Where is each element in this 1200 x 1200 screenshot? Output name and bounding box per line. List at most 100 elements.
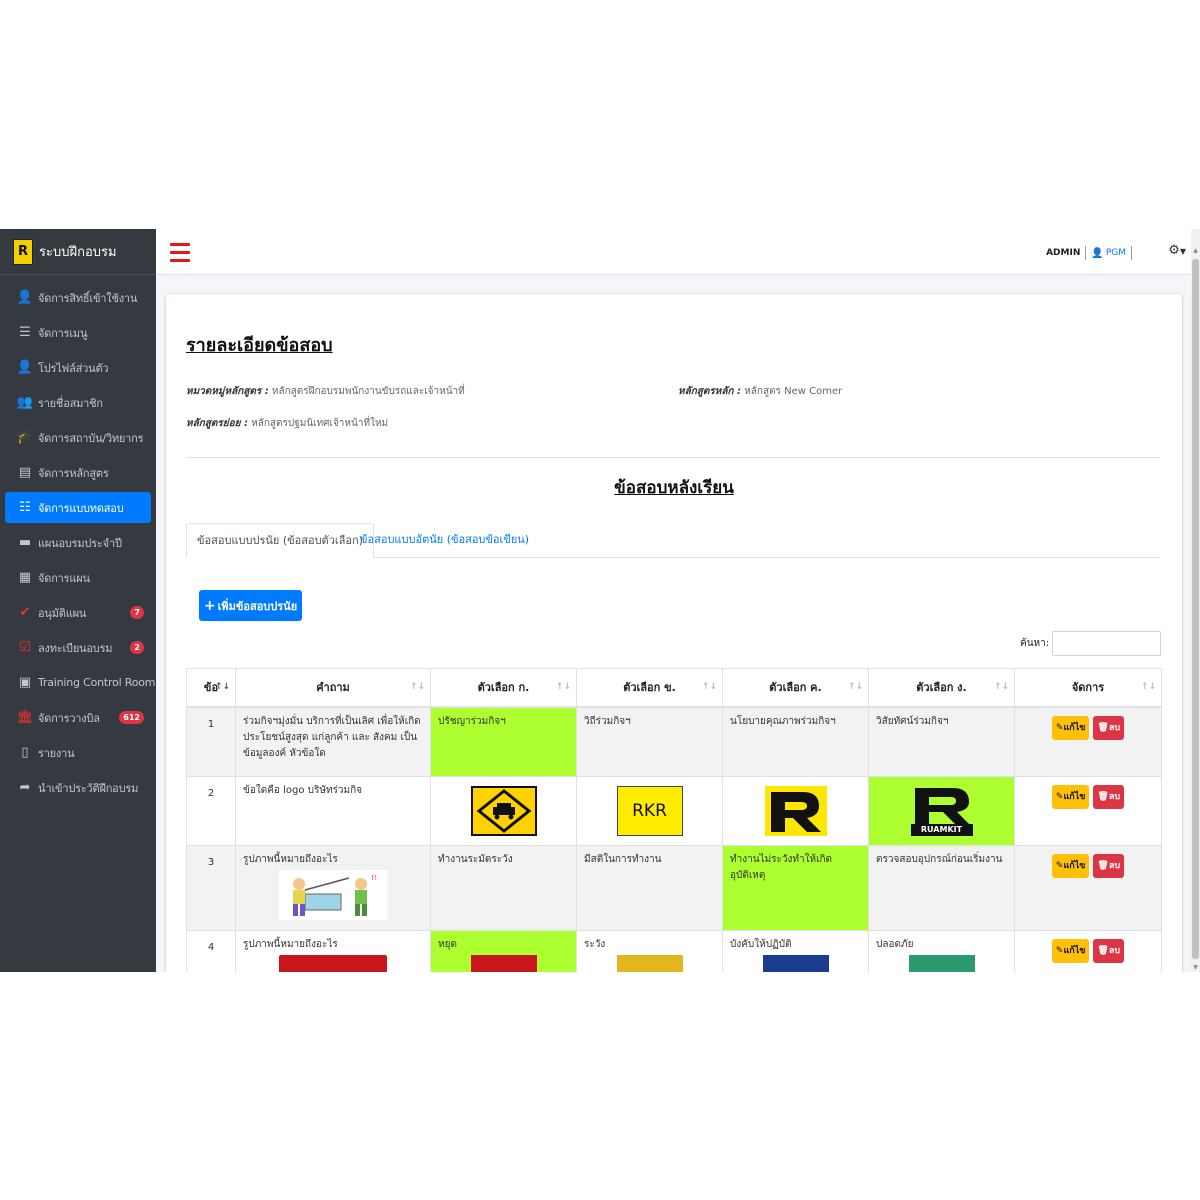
app-window: R ระบบฝึกอบรม 👤 จัดการสิทธิ์เข้าใช้งาน ☰ จั… bbox=[0, 229, 1200, 972]
questions-table: ข้อ ↑↓ คำถาม ↑↓ ตัวเลือก ก. ↑↓ ตัวเลือก ข. ↑… bbox=[186, 668, 1162, 972]
sidebar-item-label: รายงาน bbox=[38, 746, 75, 760]
settings-dropdown[interactable]: ⚙▼ bbox=[1168, 243, 1186, 258]
list-ol-icon: ☷ bbox=[19, 500, 31, 515]
edit-button[interactable]: ✎แก้ไข bbox=[1051, 939, 1090, 963]
add-question-label: เพิ่มข้อสอบปรนัย bbox=[217, 599, 298, 613]
sidebar-item-8[interactable]: ▬ แผนอบรมประจำปี bbox=[0, 527, 156, 558]
top-navbar: ADMIN 👤 PGM ⚙▼ bbox=[156, 229, 1191, 275]
sidebar-item-3[interactable]: 👤 โปรไฟล์ส่วนตัว bbox=[0, 352, 156, 383]
brand-logo: R bbox=[13, 238, 33, 265]
sidebar-item-2[interactable]: ☰ จัดการเมนู bbox=[0, 317, 156, 348]
svg-text:!!: !! bbox=[371, 874, 377, 882]
admin-label: ADMIN bbox=[1046, 248, 1081, 258]
cell-choice-a: ปรัชญาร่วมกิจฯ bbox=[430, 706, 577, 777]
delete-button[interactable]: 🗑ลบ bbox=[1093, 854, 1125, 878]
sidebar-item-1[interactable]: 👤 จัดการสิทธิ์เข้าใช้งาน bbox=[0, 282, 156, 313]
sidebar-item-label: จัดการแผน bbox=[38, 571, 90, 585]
delete-button[interactable]: 🗑ลบ bbox=[1093, 939, 1125, 963]
share-icon: ➦ bbox=[19, 780, 31, 795]
grid-icon: ▦ bbox=[18, 570, 32, 585]
scroll-up-arrow-icon[interactable]: ▲ bbox=[1192, 247, 1199, 255]
content-card: รายละเอียดข้อสอบ หมวดหมู่หลักสูตร : หลัก… bbox=[166, 294, 1182, 972]
sub-course-value: หลักสูตรปฐมนิเทศเจ้าหน้าที่ใหม่ bbox=[251, 418, 389, 429]
scrollbar[interactable]: ▲ ▼ bbox=[1191, 229, 1200, 972]
sidebar-item-15[interactable]: ➦ นำเข้าประวัติฝึกอบรม bbox=[0, 772, 156, 803]
cell-choice-b: RKR bbox=[576, 776, 723, 846]
sidebar-item-14[interactable]: ▯ รายงาน bbox=[0, 737, 156, 768]
table-row: 4 รูปภาพนี้หมายถึงอะไร หยุด ระวัง บังคับ… bbox=[186, 930, 1162, 972]
table-row: 2 ข้อใดคือ logo บริษัทร่วมกิจ RKR RUAMKI… bbox=[186, 776, 1162, 846]
sidebar-item-10[interactable]: ✔ อนุมัติแผน 7 bbox=[0, 597, 156, 628]
question-text: รูปภาพนี้หมายถึงอะไร bbox=[243, 939, 338, 950]
edit-button[interactable]: ✎แก้ไข bbox=[1051, 715, 1090, 740]
add-question-button[interactable]: + เพิ่มข้อสอบปรนัย bbox=[199, 590, 302, 621]
delete-button[interactable]: 🗑ลบ bbox=[1093, 785, 1125, 809]
brand[interactable]: R ระบบฝึกอบรม bbox=[0, 229, 156, 275]
col-header-actions[interactable]: จัดการ ↑↓ bbox=[1014, 668, 1162, 708]
tab-written[interactable]: ข้อสอบแบบอัตนัย (ข้อสอบข้อเขียน) bbox=[350, 523, 539, 558]
edit-button[interactable]: ✎แก้ไข bbox=[1051, 854, 1090, 878]
sidebar-item-9[interactable]: ▦ จัดการแผน bbox=[0, 562, 156, 593]
sidebar-item-label: นำเข้าประวัติฝึกอบรม bbox=[38, 781, 139, 795]
cell-choice-c bbox=[722, 776, 869, 846]
rkr-logo-image: RKR bbox=[616, 786, 683, 836]
sidebar-item-5[interactable]: 🎓 จัดการสถาบัน/วิทยากร bbox=[0, 422, 156, 453]
file-icon: ▯ bbox=[21, 745, 29, 760]
col-header-no[interactable]: ข้อ ↑↓ bbox=[186, 668, 236, 708]
sidebar-item-13[interactable]: 🏛 จัดการวางบิล 612 bbox=[0, 702, 156, 733]
col-header-choice-d[interactable]: ตัวเลือก ง. ↑↓ bbox=[868, 668, 1015, 708]
cell-choice-b: ระวัง bbox=[576, 930, 723, 972]
plus-icon: + bbox=[203, 597, 216, 614]
sidebar-item-11[interactable]: ☑ ลงทะเบียนอบรม 2 bbox=[0, 632, 156, 663]
r-logo-image bbox=[764, 786, 827, 836]
check-square-icon: ☑ bbox=[19, 640, 31, 655]
trash-icon: 🗑 bbox=[1097, 722, 1109, 733]
cell-question: รูปภาพนี้หมายถึงอะไร !! bbox=[235, 845, 431, 931]
col-header-question[interactable]: คำถาม ↑↓ bbox=[235, 668, 431, 708]
cell-choice-a bbox=[430, 776, 577, 846]
sidebar-item-6[interactable]: ▤ จัดการหลักสูตร bbox=[0, 457, 156, 488]
users-icon: 👥 bbox=[16, 395, 34, 410]
book-icon: ▤ bbox=[18, 465, 32, 480]
table-row: 3 รูปภาพนี้หมายถึงอะไร !! ทำงานระมัดระวั… bbox=[186, 845, 1162, 931]
category-label: หมวดหมู่หลักสูตร : bbox=[186, 386, 269, 397]
hamburger-menu-icon[interactable] bbox=[170, 243, 190, 263]
sidebar: R ระบบฝึกอบรม 👤 จัดการสิทธิ์เข้าใช้งาน ☰ จั… bbox=[0, 229, 156, 972]
cell-question: ข้อใดคือ logo บริษัทร่วมกิจ bbox=[235, 776, 431, 846]
sidebar-item-4[interactable]: 👥 รายชื่อสมาชิก bbox=[0, 387, 156, 418]
cell-choice-c: ทำงานไม่ระวังทำให้เกิดอุบัติเหตุ bbox=[722, 845, 869, 931]
edit-button[interactable]: ✎แก้ไข bbox=[1051, 785, 1090, 809]
scroll-thumb[interactable] bbox=[1192, 259, 1199, 959]
gear-icon: ⚙ bbox=[1168, 243, 1180, 258]
ruamkit-logo-image: RUAMKIT bbox=[909, 786, 975, 836]
sidebar-item-12[interactable]: ▣ Training Control Room bbox=[0, 667, 156, 698]
col-header-choice-c[interactable]: ตัวเลือก ค. ↑↓ bbox=[722, 668, 869, 708]
cell-choice-a: ทำงานระมัดระวัง bbox=[430, 845, 577, 931]
search-input[interactable] bbox=[1052, 631, 1161, 656]
cell-question: รูปภาพนี้หมายถึงอะไร bbox=[235, 930, 431, 972]
tab-multiple-choice[interactable]: ข้อสอบแบบปรนัย (ข้อสอบตัวเลือก) bbox=[186, 523, 374, 558]
table-header-row: ข้อ ↑↓ คำถาม ↑↓ ตัวเลือก ก. ↑↓ ตัวเลือก ข. ↑… bbox=[186, 668, 1162, 708]
cell-choice-d: วิสัยทัศน์ร่วมกิจฯ bbox=[868, 706, 1015, 777]
cell-choice-c: นโยบายคุณภาพร่วมกิจฯ bbox=[722, 706, 869, 777]
sidebar-item-label: รายชื่อสมาชิก bbox=[38, 396, 103, 410]
scroll-down-arrow-icon[interactable]: ▼ bbox=[1192, 964, 1199, 972]
sidebar-item-7[interactable]: ☷ จัดการแบบทดสอบ bbox=[5, 492, 151, 523]
stop-sign-image bbox=[470, 955, 537, 972]
trash-icon: 🗑 bbox=[1097, 861, 1109, 871]
col-header-choice-b[interactable]: ตัวเลือก ข. ↑↓ bbox=[576, 668, 723, 708]
id-card-icon: ▣ bbox=[18, 675, 32, 690]
col-header-choice-a[interactable]: ตัวเลือก ก. ↑↓ bbox=[430, 668, 577, 708]
user-link[interactable]: 👤 PGM bbox=[1091, 248, 1126, 259]
divider bbox=[1085, 246, 1087, 260]
category-info: หมวดหมู่หลักสูตร : หลักสูตรฝึกอบรมพนักงา… bbox=[186, 384, 465, 399]
delete-button[interactable]: 🗑ลบ bbox=[1093, 715, 1125, 740]
chevron-down-icon: ▼ bbox=[1179, 247, 1186, 256]
sort-icon: ↑↓ bbox=[993, 682, 1009, 692]
sort-icon: ↑↓ bbox=[701, 682, 717, 692]
sort-icon: ↑↓ bbox=[1140, 682, 1156, 692]
count-badge: 612 bbox=[119, 711, 144, 724]
question-text: รูปภาพนี้หมายถึงอะไร bbox=[243, 854, 338, 865]
count-badge: 2 bbox=[130, 641, 144, 654]
main-course-label: หลักสูตรหลัก : bbox=[678, 386, 741, 397]
